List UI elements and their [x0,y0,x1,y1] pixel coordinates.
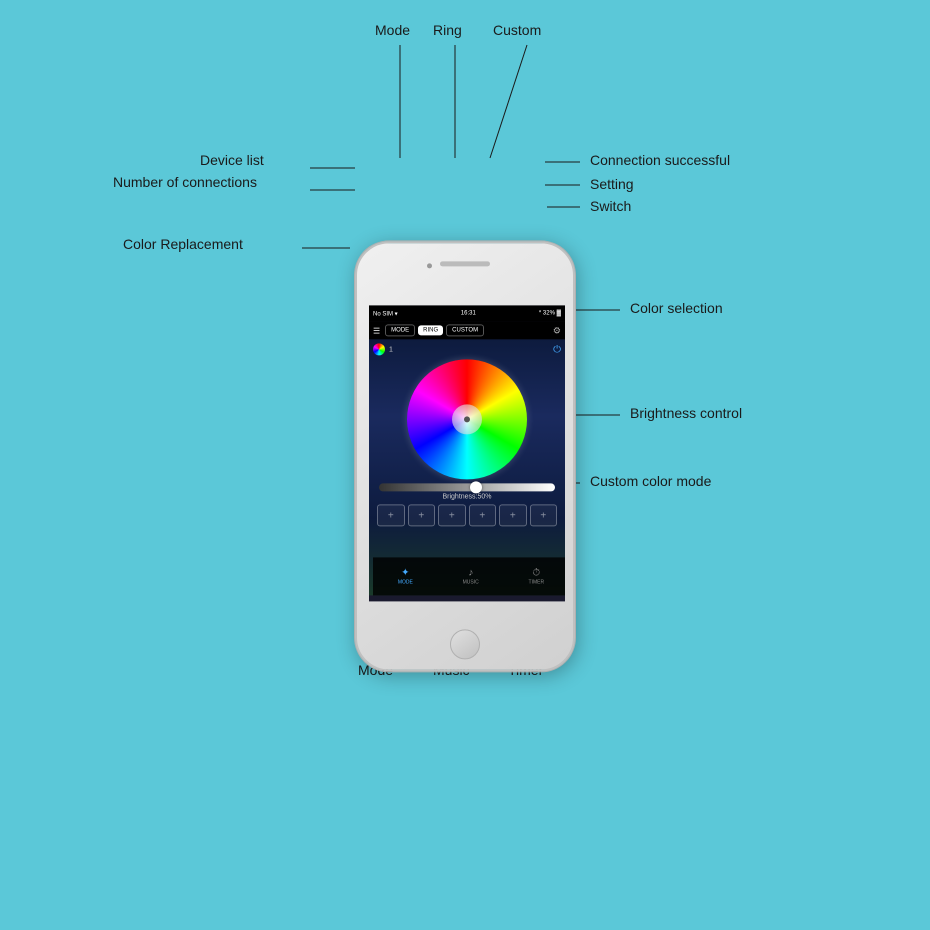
brightness-row: Brightness:50% [379,483,555,500]
nav-timer-item[interactable]: ⏱ TIMER [529,567,545,585]
connections-annotation: Number of connections [113,174,257,190]
brightness-slider-thumb[interactable] [470,481,482,493]
phone-screen: No SIM ▾ 16:31 * 32% ▓ ☰ MODE RING CUSTO… [369,305,565,601]
brightness-control-annotation: Brightness control [630,405,742,421]
custom-color-box-4[interactable]: + [469,504,497,526]
music-nav-label: MUSIC [463,579,479,585]
mode-nav-label: MODE [398,579,413,585]
home-button[interactable] [450,629,480,659]
color-wheel[interactable] [407,359,527,479]
custom-color-box-3[interactable]: + [438,504,466,526]
ring-tab[interactable]: RING [418,325,443,335]
custom-color-box-5[interactable]: + [499,504,527,526]
battery-text: * 32% ▓ [539,310,561,316]
custom-colors-row: + + + + + + [377,504,557,526]
nav-mode-item[interactable]: ✦ MODE [398,567,413,585]
connection-successful-annotation: Connection successful [590,152,730,168]
carrier-text: No SIM ▾ [373,310,398,317]
color-selection-annotation: Color selection [630,300,723,316]
settings-icon[interactable]: ⚙ [553,325,561,336]
custom-tab[interactable]: CUSTOM [446,324,484,336]
ring-annotation: Ring [433,22,462,38]
phone-speaker [440,261,490,266]
phone-shell: No SIM ▾ 16:31 * 32% ▓ ☰ MODE RING CUSTO… [355,241,575,671]
app-tabs: ☰ MODE RING CUSTOM ⚙ [369,321,565,339]
custom-annotation: Custom [493,22,541,38]
color-wheel-container [373,359,561,479]
brightness-label: Brightness:50% [379,493,555,500]
nav-music-item[interactable]: ♪ MUSIC [463,567,479,585]
hamburger-icon[interactable]: ☰ [373,326,380,335]
mode-nav-icon: ✦ [401,567,409,578]
color-dot[interactable] [373,343,385,355]
music-nav-icon: ♪ [468,567,473,578]
color-replacement-annotation: Color Replacement [123,236,243,252]
status-bar: No SIM ▾ 16:31 * 32% ▓ [369,305,565,321]
mode-annotation: Mode [375,22,410,38]
bottom-nav: ✦ MODE ♪ MUSIC ⏱ TIMER [373,557,565,595]
custom-color-box-1[interactable]: + [377,504,405,526]
brightness-slider-track[interactable] [379,483,555,491]
top-row: 1 ⏻ [373,343,561,355]
custom-color-box-2[interactable]: + [408,504,436,526]
wheel-center-dot [464,416,470,422]
time-text: 16:31 [461,310,476,316]
connection-count: 1 [389,346,393,353]
timer-nav-label: TIMER [529,579,545,585]
mode-tab[interactable]: MODE [385,324,415,336]
setting-annotation: Setting [590,176,634,192]
app-content: 1 ⏻ Brightness:50% [369,339,565,595]
custom-color-box-6[interactable]: + [530,504,558,526]
switch-annotation: Switch [590,198,631,214]
timer-nav-icon: ⏱ [532,567,540,578]
device-list-annotation: Device list [200,152,264,168]
power-icon[interactable]: ⏻ [553,344,561,355]
custom-color-mode-annotation: Custom color mode [590,473,711,489]
phone: No SIM ▾ 16:31 * 32% ▓ ☰ MODE RING CUSTO… [355,241,575,671]
phone-camera [427,263,432,268]
